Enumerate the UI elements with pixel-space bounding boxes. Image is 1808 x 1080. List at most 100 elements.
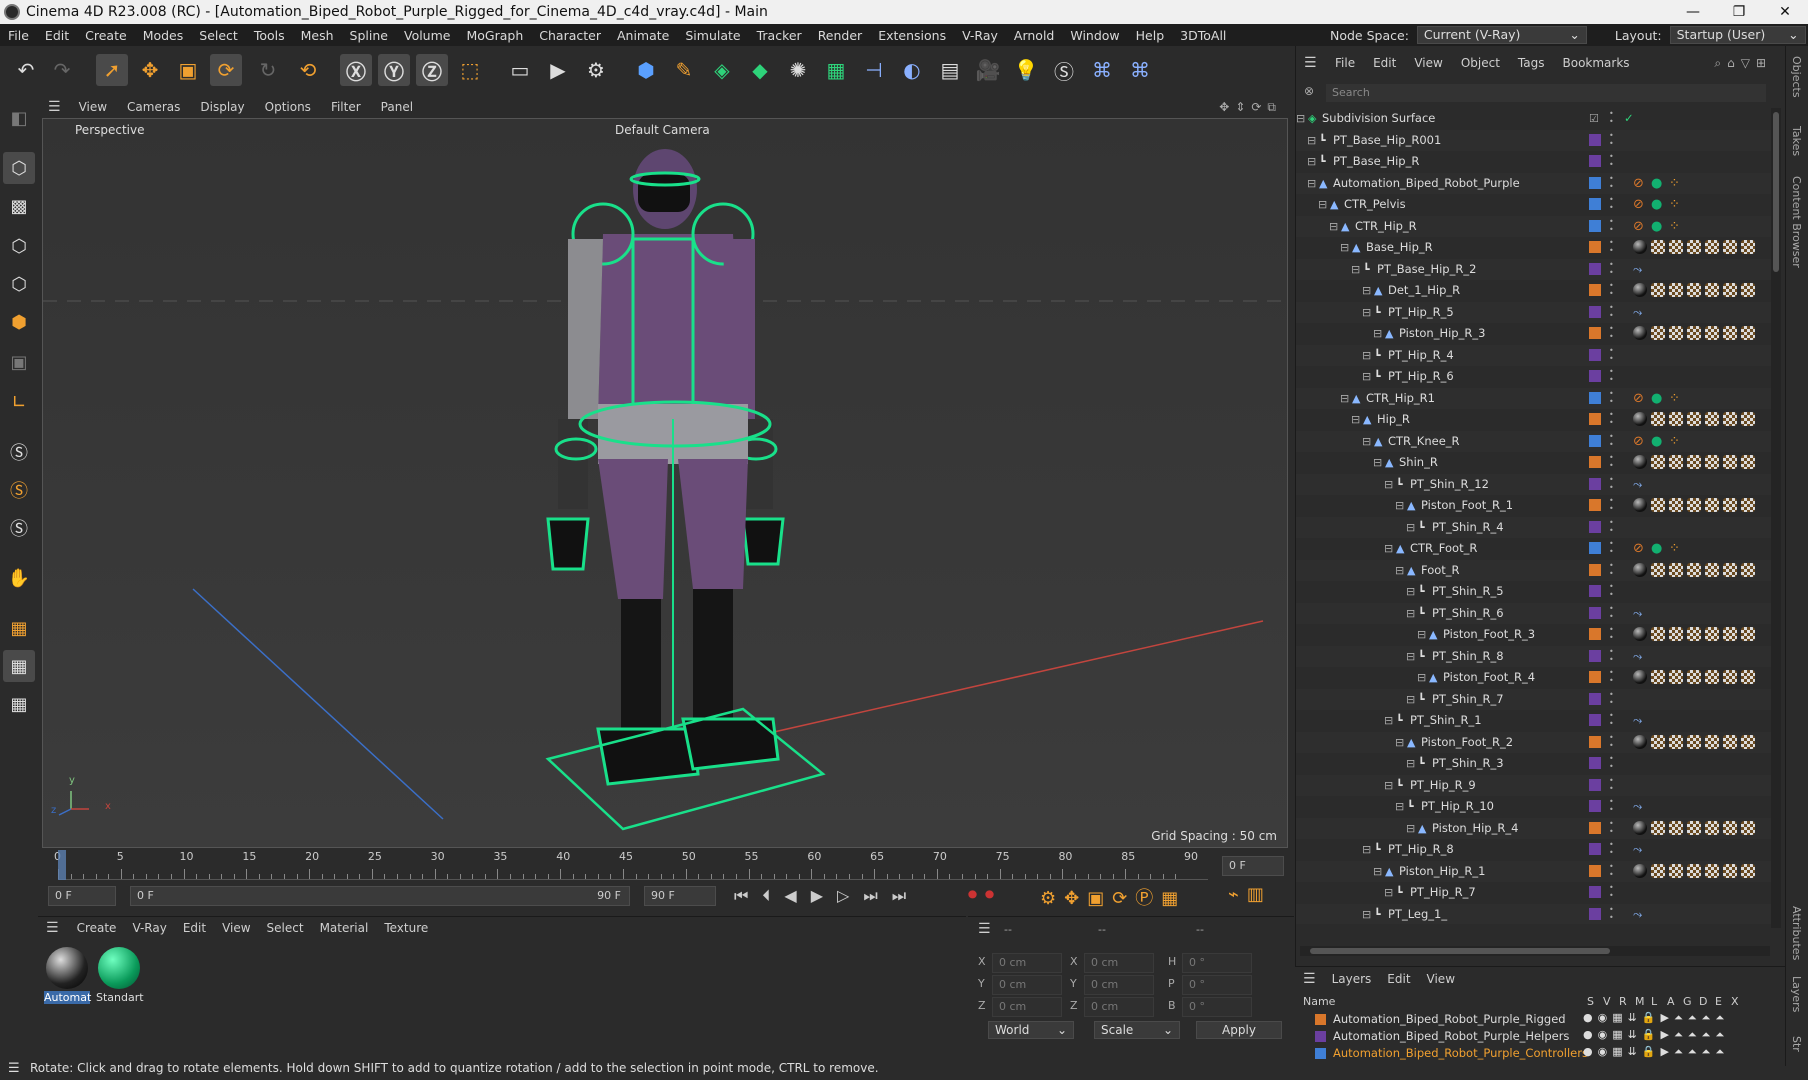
visibility-dots[interactable]: • • (1609, 303, 1615, 320)
texture-tag-icon[interactable] (1705, 498, 1719, 512)
texture-tag-icon[interactable] (1741, 562, 1755, 577)
menu-tracker[interactable]: Tracker (749, 28, 810, 43)
texture-tag-icon[interactable] (1705, 240, 1719, 254)
expand-toggle-icon[interactable]: ⊟ (1307, 155, 1318, 168)
texture-tag-icon[interactable] (1687, 863, 1701, 878)
visibility-dots[interactable]: • • (1609, 368, 1615, 384)
object-row[interactable]: ⊟ ▲ Piston_Hip_R_3 • • (1296, 323, 1771, 344)
expand-toggle-icon[interactable]: ⊟ (1362, 908, 1373, 921)
timeline-ruler[interactable]: 051015202530354045505560657075808590 0 F (38, 850, 1294, 880)
tab-layers[interactable]: Layers (1790, 976, 1803, 1012)
move-icon[interactable]: ✥ (134, 54, 166, 86)
ik-tag-icon[interactable]: ⤳ (1633, 649, 1647, 663)
texture-tag-icon[interactable] (1687, 326, 1701, 340)
expand-toggle-icon[interactable]: ⊟ (1395, 800, 1406, 813)
object-row[interactable]: ⊟ ▲ CTR_Foot_R • • ⊘ ● ⁘ (1296, 538, 1771, 559)
menu-mograph[interactable]: MoGraph (458, 28, 531, 43)
menu-extensions[interactable]: Extensions (870, 28, 954, 43)
maximize-button[interactable]: ❐ (1716, 0, 1762, 24)
menu-select[interactable]: Select (191, 28, 246, 43)
material-tag-icon[interactable]: ● (1651, 176, 1665, 191)
texture-tag-icon[interactable] (1723, 734, 1737, 749)
expand-toggle-icon[interactable]: ⊟ (1307, 177, 1318, 190)
python-script-icon[interactable]: ⌘ (1124, 54, 1156, 86)
layer-color-swatch[interactable] (1589, 241, 1601, 253)
expand-toggle-icon[interactable]: ⊟ (1406, 757, 1417, 770)
texture-tag-icon[interactable] (1651, 326, 1665, 340)
material-tag-icon[interactable] (1633, 562, 1647, 577)
constraint-tag-icon[interactable]: ⁘ (1669, 219, 1683, 234)
expand-toggle-icon[interactable]: ⊟ (1362, 370, 1373, 383)
texture-tag-icon[interactable] (1687, 412, 1701, 426)
texture-tag-icon[interactable] (1651, 627, 1665, 641)
object-row[interactable]: ⊟ ▲ CTR_Pelvis • • ⊘ ● ⁘ (1296, 194, 1771, 215)
layer-color-swatch[interactable] (1589, 305, 1601, 318)
ik-tag-icon[interactable]: ⤳ (1633, 907, 1647, 921)
texture-tag-icon[interactable] (1705, 670, 1719, 684)
visibility-dots[interactable]: • • (1609, 174, 1615, 191)
object-row[interactable]: ⊟ ┗ PT_Hip_R_5 • • ⤳ (1296, 301, 1771, 323)
magnet-icon[interactable]: ✋ (3, 562, 35, 594)
hamburger-icon[interactable]: ☰ (978, 921, 991, 937)
layer-color-swatch[interactable] (1589, 843, 1601, 855)
expand-toggle-icon[interactable]: ⊟ (1362, 435, 1373, 448)
texture-tag-icon[interactable] (1741, 412, 1755, 426)
texture-tag-icon[interactable] (1723, 240, 1737, 254)
ik-tag-icon[interactable]: ⤳ (1633, 842, 1647, 856)
ik-tag-icon[interactable]: ⤳ (1633, 305, 1647, 319)
texture-tag-icon[interactable] (1705, 627, 1719, 641)
texture-tag-icon[interactable] (1669, 734, 1683, 749)
layer-color-swatch[interactable] (1589, 907, 1601, 920)
texture-tag-icon[interactable] (1723, 863, 1737, 878)
visibility-dots[interactable]: • • (1609, 862, 1615, 879)
om-toolbar-icons[interactable]: ⌕⌂▽⊞ (1714, 56, 1772, 71)
subdivision-icon[interactable]: ◈ (706, 54, 738, 86)
select-cursor-icon[interactable]: ➚ (96, 54, 128, 86)
texture-tag-icon[interactable] (1723, 820, 1737, 835)
object-row[interactable]: ⊟ ┗ PT_Shin_R_8 • • ⤳ (1296, 645, 1771, 667)
material-swatch[interactable]: Automat (44, 945, 91, 1005)
layer-color-swatch[interactable] (1589, 563, 1601, 576)
render-settings-icon[interactable]: ⚙ (580, 54, 612, 86)
object-tree-scrollbar[interactable] (1771, 108, 1781, 928)
visibility-dots[interactable]: • • (1609, 110, 1615, 126)
expand-toggle-icon[interactable]: ⊟ (1373, 456, 1384, 469)
texture-tag-icon[interactable] (1705, 455, 1719, 469)
texture-tag-icon[interactable] (1687, 670, 1701, 684)
expand-toggle-icon[interactable]: ⊟ (1373, 865, 1384, 878)
coord-value-field[interactable]: 0 cm (992, 975, 1062, 995)
material-tag-icon[interactable] (1633, 820, 1647, 835)
layer-color-swatch[interactable] (1589, 348, 1601, 361)
expand-toggle-icon[interactable]: ⊟ (1351, 263, 1362, 276)
texture-tag-icon[interactable] (1669, 670, 1683, 684)
menu-mesh[interactable]: Mesh (293, 28, 342, 43)
transform-icon[interactable]: ⟲ (292, 54, 324, 86)
redo-icon[interactable]: ↷ (46, 54, 78, 86)
texture-tag-icon[interactable] (1651, 863, 1665, 878)
menu-spline[interactable]: Spline (342, 28, 396, 43)
constraint-tag-icon[interactable]: ⁘ (1669, 541, 1683, 556)
texture-tag-icon[interactable] (1705, 562, 1719, 577)
layer-color-swatch[interactable] (1589, 628, 1601, 640)
axis-mode-icon[interactable]: ∟ (3, 386, 35, 418)
expand-toggle-icon[interactable]: ⊟ (1384, 714, 1395, 727)
texture-tag-icon[interactable] (1723, 670, 1737, 684)
object-row[interactable]: ⊟ ┗ PT_Shin_R_6 • • ⤳ (1296, 602, 1771, 624)
texture-tag-icon[interactable] (1705, 863, 1719, 878)
texture-tag-icon[interactable] (1687, 734, 1701, 749)
layer-color-swatch[interactable] (1589, 714, 1601, 726)
texture-tag-icon[interactable] (1651, 670, 1665, 684)
mat-menu-select[interactable]: Select (259, 921, 312, 935)
layer-color-swatch[interactable] (1589, 649, 1601, 662)
expand-toggle-icon[interactable]: ⊟ (1395, 736, 1406, 749)
expand-toggle-icon[interactable]: ⊟ (1373, 327, 1384, 340)
visibility-dots[interactable]: • • (1609, 776, 1615, 793)
visibility-dots[interactable]: • • (1609, 712, 1615, 728)
layer-color-swatch[interactable] (1589, 262, 1601, 275)
object-row[interactable]: ⊟ ▲ Foot_R • • (1296, 559, 1771, 581)
display-tag-icon[interactable]: ⊘ (1633, 434, 1647, 449)
layer-color-swatch[interactable] (1589, 886, 1601, 898)
expand-toggle-icon[interactable]: ⊟ (1362, 843, 1373, 856)
menu-character[interactable]: Character (531, 28, 609, 43)
om-menu-tags[interactable]: Tags (1509, 56, 1554, 70)
